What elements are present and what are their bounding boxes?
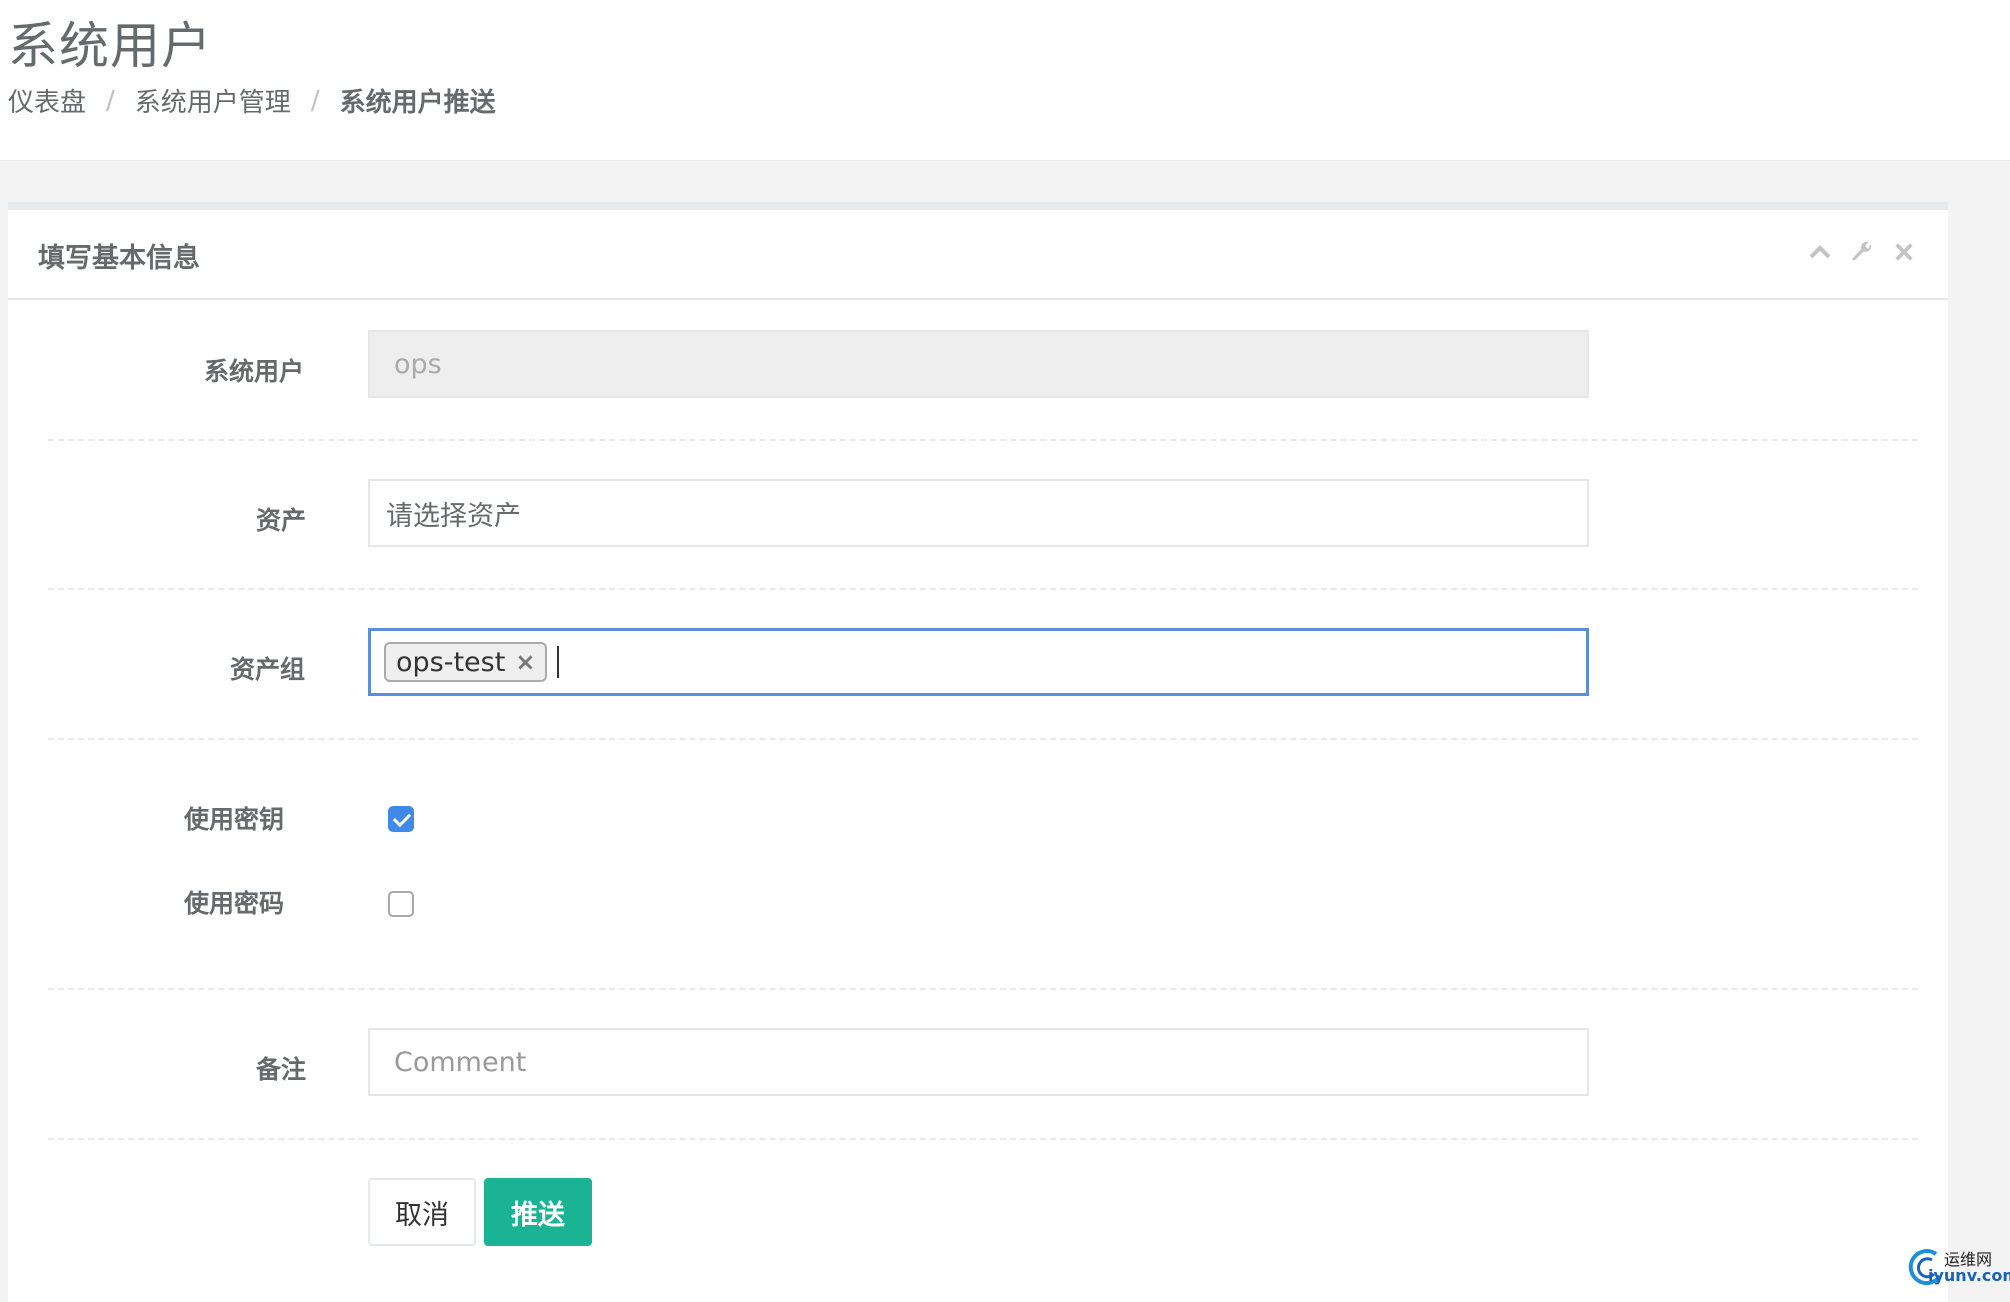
assets-select[interactable]: 请选择资产 bbox=[368, 479, 1589, 547]
use-key-checkbox[interactable] bbox=[388, 806, 414, 832]
breadcrumb-separator: / bbox=[310, 85, 320, 116]
divider bbox=[48, 988, 1918, 990]
panel-tools bbox=[1806, 238, 1918, 266]
use-password-checkbox[interactable] bbox=[388, 891, 414, 917]
breadcrumb-separator: / bbox=[106, 85, 115, 116]
use-password-label: 使用密码 bbox=[184, 889, 285, 918]
tag-remove-icon[interactable]: × bbox=[515, 648, 535, 676]
watermark-domain: iyunv.com bbox=[1928, 1266, 2010, 1285]
text-cursor bbox=[557, 646, 560, 678]
assets-placeholder: 请选择资产 bbox=[386, 500, 521, 532]
comment-label: 备注 bbox=[256, 1055, 307, 1084]
divider bbox=[48, 1138, 1918, 1140]
push-button[interactable]: 推送 bbox=[484, 1178, 592, 1246]
system-user-value: ops bbox=[394, 348, 442, 380]
watermark-logo: 运维网 iyunv.com bbox=[1906, 1244, 2010, 1292]
asset-group-tag-label: ops-test bbox=[396, 646, 506, 678]
page-title: 系统用户 bbox=[8, 17, 212, 75]
cancel-button[interactable]: 取消 bbox=[368, 1178, 476, 1246]
asset-group-select[interactable]: ops-test × bbox=[368, 628, 1589, 696]
use-key-label: 使用密钥 bbox=[184, 805, 285, 834]
panel-header: 填写基本信息 bbox=[8, 210, 1948, 300]
comment-input[interactable]: Comment bbox=[368, 1028, 1589, 1096]
breadcrumb: 仪表盘 / 系统用户管理 / 系统用户推送 bbox=[8, 82, 496, 119]
divider bbox=[48, 588, 1918, 590]
assets-label: 资产 bbox=[256, 506, 307, 535]
breadcrumb-item-system-user-management[interactable]: 系统用户管理 bbox=[135, 82, 291, 119]
breadcrumb-item-system-user-push: 系统用户推送 bbox=[339, 88, 496, 118]
wrench-icon[interactable] bbox=[1848, 238, 1876, 266]
breadcrumb-item-dashboard[interactable]: 仪表盘 bbox=[8, 82, 86, 119]
chevron-up-icon[interactable] bbox=[1806, 238, 1834, 266]
close-icon[interactable] bbox=[1890, 238, 1918, 266]
system-user-label: 系统用户 bbox=[204, 357, 305, 386]
asset-group-tag: ops-test × bbox=[384, 642, 548, 682]
asset-group-label: 资产组 bbox=[230, 655, 306, 684]
panel-title: 填写基本信息 bbox=[38, 243, 200, 274]
divider bbox=[48, 439, 1918, 441]
system-user-field: ops bbox=[368, 330, 1589, 398]
divider bbox=[48, 738, 1918, 740]
page-heading: 系统用户 仪表盘 / 系统用户管理 / 系统用户推送 bbox=[0, 0, 2010, 161]
form-panel: 填写基本信息 系统用户 ops 资产 请选择资产 资产组 ops-test × bbox=[8, 202, 1948, 1302]
comment-placeholder: Comment bbox=[394, 1046, 527, 1078]
